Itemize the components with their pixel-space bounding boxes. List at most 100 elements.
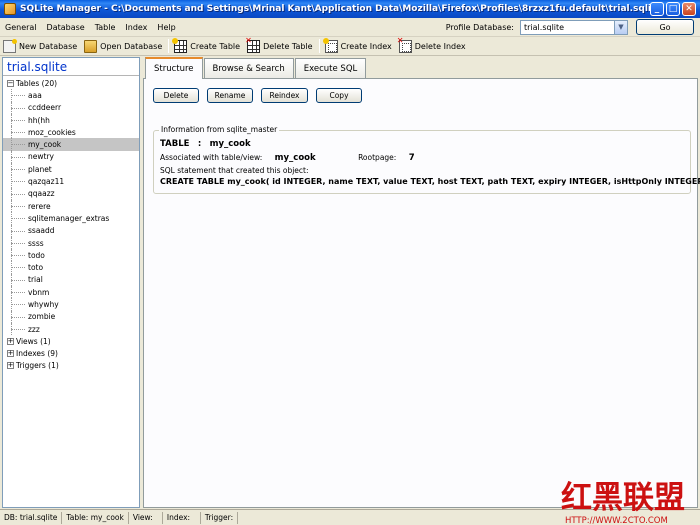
delete-index-label: Delete Index: [414, 41, 466, 51]
new-database-label: New Database: [19, 41, 78, 51]
create-index-icon: [322, 37, 338, 53]
tree-item-table[interactable]: zzz: [3, 322, 139, 336]
status-table: Table: my_cook: [62, 511, 129, 524]
tree-item-table[interactable]: newtry: [3, 150, 139, 164]
tree-item-table[interactable]: qazqaz11: [3, 175, 139, 188]
tables-label: Tables (20): [16, 78, 58, 88]
tree-item-table[interactable]: sqlitemanager_extras: [3, 212, 139, 225]
tree-views-node[interactable]: + Views (1): [3, 335, 139, 347]
menu-database[interactable]: Database: [42, 23, 90, 32]
menu-table[interactable]: Table: [90, 23, 121, 32]
status-bar: DB: trial.sqlite Table: my_cook View: In…: [0, 509, 700, 525]
title-bar: SQLite Manager - C:\Documents and Settin…: [0, 0, 700, 18]
structure-tab-content: Delete Rename Reindex Copy Information f…: [143, 79, 700, 508]
profile-database-value: trial.sqlite: [524, 22, 565, 32]
go-button[interactable]: Go: [636, 19, 694, 35]
tree-item-table[interactable]: toto: [3, 261, 139, 275]
delete-table-icon: [245, 36, 261, 53]
maximize-button[interactable]: □: [666, 2, 680, 16]
copy-button[interactable]: Copy: [316, 88, 362, 103]
expand-icon[interactable]: +: [7, 362, 14, 370]
tree-triggers-node[interactable]: + Triggers (1): [3, 360, 139, 372]
delete-table-label: Delete Table: [263, 41, 313, 51]
tree-item-table[interactable]: hh(hh: [3, 113, 139, 127]
delete-button[interactable]: Delete: [153, 88, 199, 103]
table-list: aaa ccddeerr hh(hh moz_cookies my_cook newtry…: [3, 89, 139, 336]
create-table-label: Create Table: [190, 41, 241, 51]
sql-statement: CREATE TABLE my_cook( id INTEGER, name T…: [160, 177, 700, 186]
open-database-button[interactable]: Open Database: [81, 38, 166, 55]
rootpage-value: 7: [408, 153, 415, 163]
menu-bar: General Database Table Index Help Profil…: [0, 18, 700, 37]
profile-database-select[interactable]: trial.sqlite ▼: [520, 19, 628, 35]
object-name: my_cook: [209, 139, 251, 149]
create-table-icon: [172, 37, 188, 53]
tab-bar: Structure Browse & Search Execute SQL: [143, 57, 698, 79]
app-icon: [4, 3, 16, 15]
views-label: Views (1): [16, 336, 51, 346]
triggers-label: Triggers (1): [16, 361, 59, 371]
tree-item-table[interactable]: whywhy: [3, 298, 139, 311]
tree-item-table[interactable]: trial: [3, 273, 139, 287]
tree-item-table[interactable]: todo: [3, 249, 139, 262]
tree-indexes-node[interactable]: + Indexes (9): [3, 348, 139, 360]
tab-execute-sql[interactable]: Execute SQL: [294, 58, 367, 78]
create-index-label: Create Index: [340, 41, 392, 51]
delete-table-button[interactable]: Delete Table: [244, 36, 317, 55]
tree-item-table[interactable]: rerere: [3, 199, 139, 213]
expand-icon[interactable]: +: [7, 337, 14, 345]
new-database-button[interactable]: New Database: [0, 38, 81, 55]
toolbar-separator: [318, 39, 320, 53]
toolbar-separator: [168, 39, 170, 53]
menu-index[interactable]: Index: [120, 23, 152, 32]
tree-item-table[interactable]: ccddeerr: [3, 101, 139, 115]
reindex-button[interactable]: Reindex: [261, 88, 308, 103]
info-legend: Information from sqlite_master: [159, 125, 280, 134]
tab-browse-search[interactable]: Browse & Search: [203, 58, 294, 78]
main-panel: Structure Browse & Search Execute SQL De…: [143, 57, 700, 508]
rename-button[interactable]: Rename: [207, 88, 253, 103]
folder-icon: [84, 39, 98, 53]
structure-button-row: Delete Rename Reindex Copy: [153, 88, 370, 103]
tab-structure[interactable]: Structure: [145, 57, 203, 79]
delete-index-icon: [397, 36, 412, 53]
rootpage-label: Rootpage:: [358, 153, 397, 162]
status-trigger: Trigger:: [201, 511, 239, 524]
new-database-icon: [3, 38, 17, 53]
toolbar: New Database Open Database Create Table …: [0, 36, 700, 56]
database-tree: − Tables (20) aaa ccddeerr hh(hh moz_cookie…: [3, 76, 139, 372]
close-button[interactable]: ✕: [682, 2, 696, 16]
status-view: View:: [129, 511, 163, 524]
tree-item-table[interactable]: aaa: [3, 89, 139, 102]
minimize-button[interactable]: _: [650, 2, 664, 16]
object-name-line: TABLE : my_cook: [160, 139, 251, 149]
tree-tables-node[interactable]: − Tables (20): [3, 77, 139, 89]
status-index: Index:: [163, 511, 201, 524]
expand-icon[interactable]: +: [7, 350, 14, 358]
menu-help[interactable]: Help: [152, 23, 180, 32]
chevron-down-icon[interactable]: ▼: [614, 20, 627, 34]
object-type: TABLE: [160, 139, 190, 149]
database-name: trial.sqlite: [3, 58, 139, 76]
indexes-label: Indexes (9): [16, 349, 58, 359]
tree-item-table[interactable]: planet: [3, 163, 139, 176]
tree-item-table[interactable]: zombie: [3, 310, 139, 324]
tree-item-table[interactable]: vbnm: [3, 286, 139, 299]
create-table-button[interactable]: Create Table: [171, 37, 244, 55]
object-separator: :: [197, 139, 202, 149]
association-line: Associated with table/view: my_cook Root…: [160, 153, 415, 163]
open-database-label: Open Database: [100, 41, 163, 51]
tree-item-table[interactable]: moz_cookies: [3, 126, 139, 139]
tree-item-table[interactable]: qqaazz: [3, 187, 139, 201]
tree-item-table[interactable]: ssss: [3, 236, 139, 250]
database-tree-panel: trial.sqlite − Tables (20) aaa ccddeerr hh…: [2, 57, 140, 508]
create-index-button[interactable]: Create Index: [322, 37, 396, 55]
collapse-icon[interactable]: −: [7, 79, 14, 87]
status-db: DB: trial.sqlite: [0, 511, 63, 524]
tree-item-table[interactable]: ssaadd: [3, 224, 139, 238]
menu-general[interactable]: General: [0, 23, 42, 32]
tree-item-table[interactable]: my_cook: [3, 138, 139, 152]
associated-value: my_cook: [274, 153, 316, 163]
window-title: SQLite Manager - C:\Documents and Settin…: [20, 4, 650, 14]
delete-index-button[interactable]: Delete Index: [396, 36, 470, 55]
